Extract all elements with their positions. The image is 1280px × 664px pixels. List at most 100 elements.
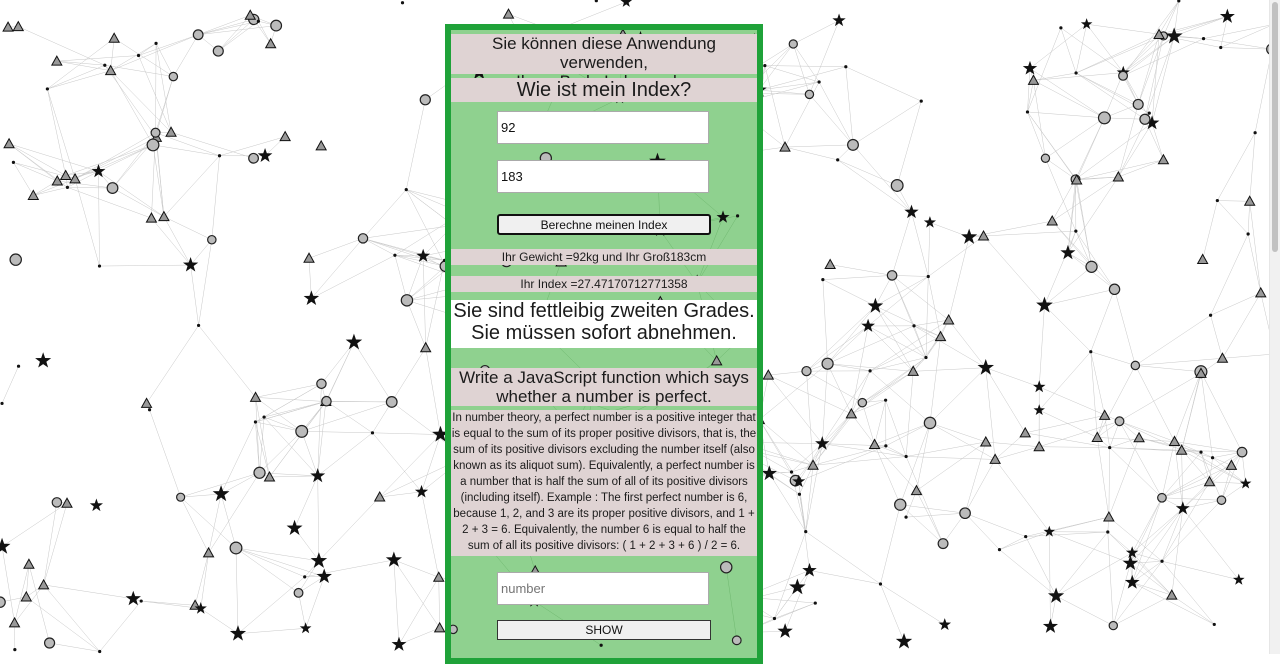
network-node <box>103 64 106 67</box>
network-node <box>904 516 907 519</box>
network-node <box>1217 496 1225 504</box>
show-button[interactable]: SHOW <box>497 620 711 640</box>
network-node <box>1219 46 1222 49</box>
network-node <box>386 397 397 408</box>
number-input[interactable] <box>497 572 709 605</box>
network-node <box>927 275 930 278</box>
network-node <box>154 42 157 45</box>
network-node <box>316 141 326 150</box>
network-node <box>142 398 152 407</box>
network-node <box>1104 512 1114 521</box>
network-node <box>177 493 185 501</box>
task-description: In number theory, a perfect number is a … <box>451 410 757 556</box>
network-node <box>1245 196 1255 205</box>
network-node <box>789 40 797 48</box>
network-node <box>1092 432 1102 441</box>
network-node <box>300 622 312 633</box>
network-node <box>887 271 896 280</box>
network-node <box>39 580 49 589</box>
network-node <box>317 568 332 583</box>
network-node <box>844 65 847 68</box>
calculate-index-button[interactable]: Berechne meinen Index <box>497 214 711 235</box>
network-node <box>924 417 935 428</box>
network-node <box>254 420 257 423</box>
network-node <box>1048 587 1064 602</box>
network-node <box>891 180 903 192</box>
network-node <box>148 408 151 411</box>
network-node <box>1211 456 1214 459</box>
network-node <box>595 0 598 2</box>
network-node <box>193 30 203 40</box>
network-node <box>296 425 308 437</box>
network-node <box>146 213 156 222</box>
network-node <box>10 254 21 265</box>
network-node <box>1256 288 1266 297</box>
network-node <box>169 72 177 80</box>
network-node <box>45 638 55 648</box>
network-node <box>981 437 991 446</box>
network-node <box>1209 314 1212 317</box>
network-node <box>13 648 16 651</box>
height-input[interactable] <box>497 160 709 193</box>
network-node <box>802 563 816 577</box>
network-node <box>1125 575 1140 589</box>
network-node <box>836 158 839 161</box>
network-node <box>137 54 140 57</box>
network-node <box>732 636 741 645</box>
network-node <box>924 356 927 359</box>
network-node <box>920 99 923 102</box>
network-node <box>938 539 948 549</box>
network-node <box>821 278 824 281</box>
network-node <box>204 548 214 557</box>
network-node <box>789 578 806 594</box>
network-node <box>66 186 69 189</box>
network-node <box>1113 172 1123 181</box>
network-node <box>266 39 276 48</box>
network-node <box>98 650 101 653</box>
network-node <box>868 298 884 313</box>
network-node <box>1240 477 1252 488</box>
network-node <box>46 87 49 90</box>
section-title-index: Wie ist mein Index? <box>451 78 757 102</box>
network-node <box>346 334 362 350</box>
network-node <box>107 183 118 194</box>
network-node <box>1220 9 1235 23</box>
network-node <box>401 1 404 4</box>
network-node <box>721 562 732 573</box>
network-node <box>780 142 790 151</box>
network-node <box>814 601 817 604</box>
network-node <box>504 9 514 18</box>
weight-input[interactable] <box>497 111 709 144</box>
network-node <box>257 20 260 23</box>
network-node <box>140 599 143 602</box>
network-node <box>1169 436 1179 445</box>
scrollbar-thumb[interactable] <box>1272 2 1278 252</box>
task-title-line2: whether a number is perfect. <box>451 387 757 406</box>
network-node <box>1247 232 1250 235</box>
network-node <box>979 231 989 240</box>
network-node <box>1026 110 1029 113</box>
network-node <box>358 234 367 243</box>
network-node <box>1047 216 1057 225</box>
network-node <box>961 229 977 244</box>
network-node <box>24 559 34 568</box>
network-node <box>12 161 15 164</box>
network-node <box>304 253 314 262</box>
network-node <box>280 132 290 141</box>
network-node <box>405 188 408 191</box>
network-node <box>28 190 38 199</box>
network-node <box>1074 71 1077 74</box>
network-node <box>895 499 906 510</box>
network-node <box>70 174 80 183</box>
network-node <box>870 440 880 449</box>
task-title: Write a JavaScript function which says w… <box>451 368 757 406</box>
network-node <box>322 397 331 406</box>
network-node <box>52 56 62 65</box>
network-node <box>802 367 811 376</box>
scrollbar[interactable] <box>1269 0 1280 654</box>
network-node <box>600 644 603 647</box>
network-node <box>790 470 793 473</box>
network-node <box>294 588 303 597</box>
network-node <box>10 618 20 627</box>
network-node <box>1106 530 1109 533</box>
